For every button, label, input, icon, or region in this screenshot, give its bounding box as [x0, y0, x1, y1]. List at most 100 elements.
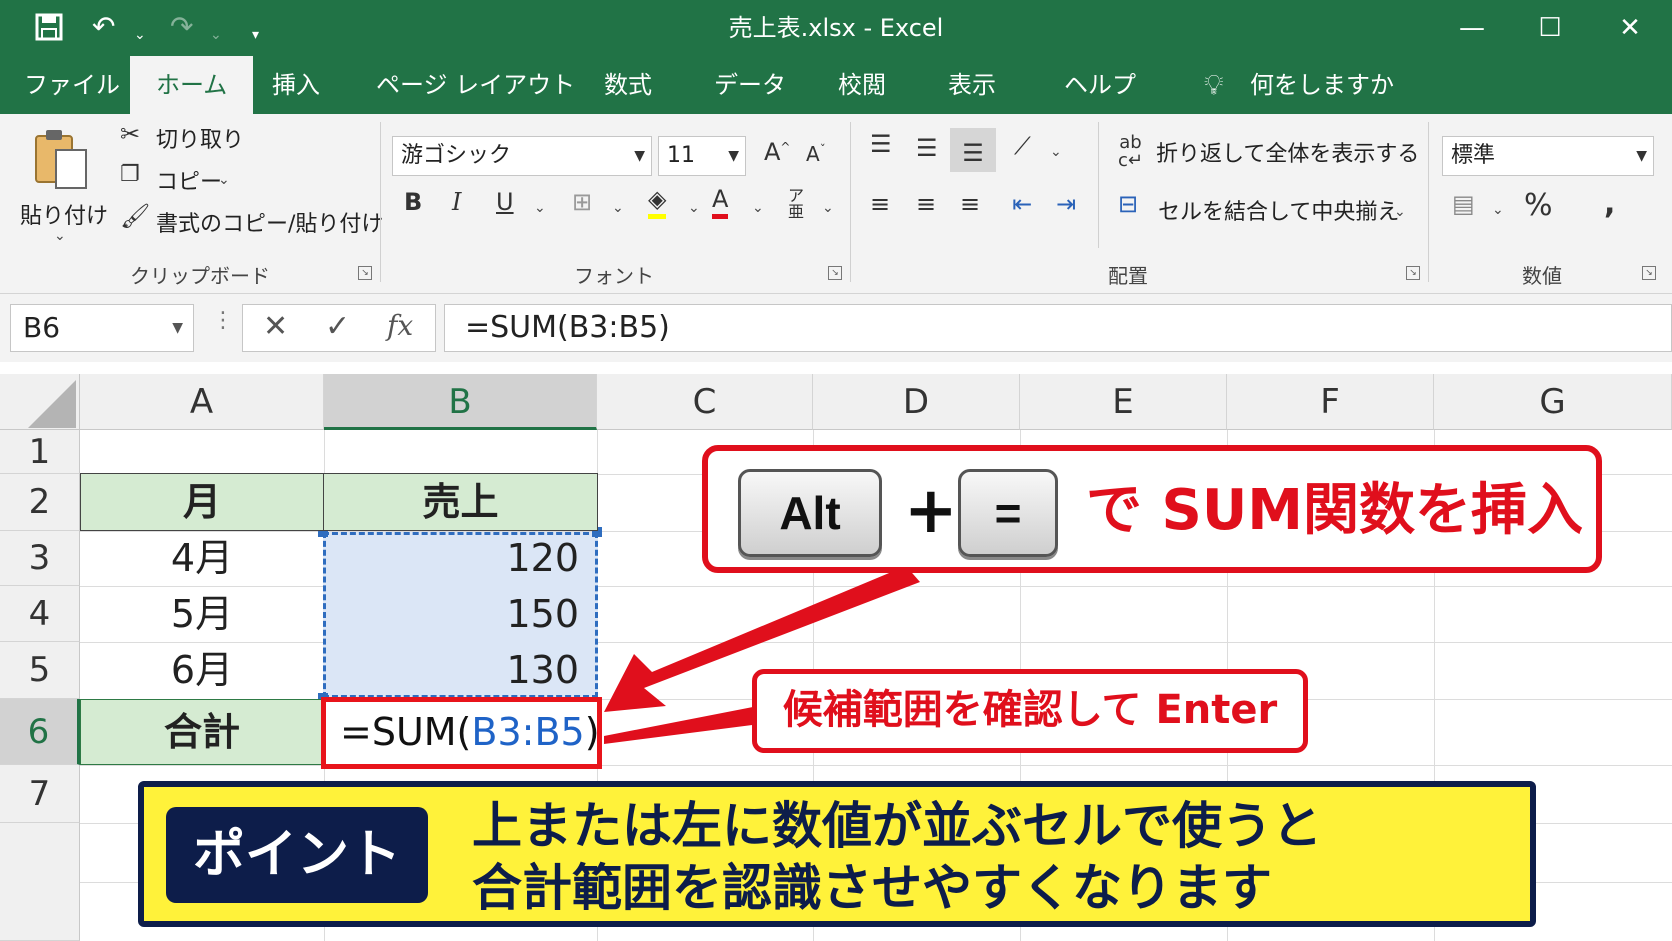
font-launcher-icon[interactable]: ↘: [828, 266, 842, 280]
tab-page-layout[interactable]: ページ レイアウト: [376, 56, 575, 114]
cell-b6-editing[interactable]: =SUM(B3:B5): [321, 697, 602, 769]
orientation-icon[interactable]: ⟋: [1014, 132, 1031, 160]
enter-check-icon[interactable]: ✓: [325, 309, 350, 344]
row-header-3[interactable]: 3: [0, 531, 80, 586]
row-header-4[interactable]: 4: [0, 586, 80, 642]
underline-dropdown-icon[interactable]: ⌄: [534, 200, 546, 216]
row-header-2[interactable]: 2: [0, 474, 80, 531]
decrease-font-icon[interactable]: Aˇ: [806, 142, 826, 166]
decrease-indent-icon[interactable]: ⇤: [1012, 190, 1032, 218]
cell-a6[interactable]: 合計: [80, 699, 324, 765]
row-header-5[interactable]: 5: [0, 642, 80, 699]
comma-button[interactable]: ,: [1604, 186, 1615, 221]
cell-a2[interactable]: 月: [80, 473, 324, 531]
customize-toolbar-icon[interactable]: ▾: [252, 20, 259, 50]
cut-button[interactable]: 切り取り: [156, 122, 244, 154]
formula-input[interactable]: =SUM(B3:B5): [444, 304, 1672, 352]
save-icon[interactable]: [34, 12, 64, 48]
tell-me-search[interactable]: 何をしますか: [1250, 56, 1394, 114]
align-bottom-icon[interactable]: ☰: [950, 128, 996, 172]
clipboard-launcher-icon[interactable]: ↘: [358, 266, 372, 280]
cell-b3[interactable]: 120: [324, 531, 597, 586]
number-group-label: 数値: [1522, 264, 1562, 288]
tab-review[interactable]: 校閲: [838, 56, 886, 114]
number-format-combo[interactable]: 標準 ▼: [1442, 136, 1654, 176]
tab-data[interactable]: データ: [714, 56, 786, 114]
orientation-dropdown-icon[interactable]: ⌄: [1050, 144, 1062, 160]
wrap-text-button[interactable]: 折り返して全体を表示する: [1156, 136, 1419, 168]
tab-insert[interactable]: 挿入: [272, 56, 320, 114]
close-icon[interactable]: ✕: [1610, 10, 1650, 46]
font-color-icon[interactable]: A: [712, 184, 729, 219]
increase-font-icon[interactable]: A^: [764, 138, 790, 166]
align-right-icon[interactable]: ≡: [960, 190, 980, 218]
name-box[interactable]: B6 ▼: [10, 304, 194, 352]
fill-color-dropdown-icon[interactable]: ⌄: [688, 200, 700, 216]
column-header-e[interactable]: E: [1020, 374, 1227, 430]
drag-handle-icon[interactable]: ⋮: [212, 308, 234, 333]
fill-color-icon[interactable]: ◈: [648, 184, 667, 219]
undo-icon[interactable]: ↶: [92, 12, 115, 42]
paste-dropdown-icon[interactable]: ⌄: [54, 228, 66, 244]
merge-center-button[interactable]: セルを結合して中央揃え: [1158, 194, 1399, 226]
cell-a5[interactable]: 6月: [80, 642, 324, 699]
row-header-7[interactable]: 7: [0, 765, 80, 823]
font-size-combo[interactable]: 11 ▼: [658, 136, 746, 176]
cell-a4[interactable]: 5月: [80, 586, 324, 642]
cell-b5[interactable]: 130: [324, 642, 597, 699]
paste-button[interactable]: 貼り付け ⌄: [16, 128, 108, 244]
percent-button[interactable]: %: [1524, 188, 1553, 223]
cancel-icon[interactable]: ✕: [263, 309, 288, 344]
column-header-b[interactable]: B: [324, 374, 597, 430]
column-header-f[interactable]: F: [1227, 374, 1434, 430]
merge-dropdown-icon[interactable]: ⌄: [1394, 204, 1406, 220]
align-middle-icon[interactable]: ☰: [916, 134, 938, 162]
align-top-icon[interactable]: ☰: [870, 130, 892, 158]
alignment-group-label: 配置: [1108, 264, 1148, 288]
borders-icon[interactable]: ⊞: [572, 188, 592, 216]
column-header-d[interactable]: D: [813, 374, 1020, 430]
copy-dropdown-icon[interactable]: ⌄: [218, 172, 230, 188]
insert-function-button[interactable]: fx: [387, 309, 413, 342]
tab-help[interactable]: ヘルプ: [1064, 56, 1136, 114]
column-header-a[interactable]: A: [80, 374, 324, 430]
number-launcher-icon[interactable]: ↘: [1642, 266, 1656, 280]
borders-dropdown-icon[interactable]: ⌄: [612, 200, 624, 216]
font-name-combo[interactable]: 游ゴシック ▼: [392, 136, 652, 176]
tab-formulas[interactable]: 数式: [604, 56, 652, 114]
undo-dropdown-icon[interactable]: ⌄: [134, 20, 146, 50]
tab-view[interactable]: 表示: [948, 56, 996, 114]
maximize-icon[interactable]: ☐: [1530, 10, 1570, 46]
font-color-dropdown-icon[interactable]: ⌄: [752, 200, 764, 216]
copy-button[interactable]: コピー: [156, 164, 222, 196]
bold-button[interactable]: B: [404, 188, 422, 216]
format-painter-button[interactable]: 書式のコピー/貼り付け: [156, 206, 383, 238]
italic-button[interactable]: I: [452, 188, 461, 216]
tab-home[interactable]: ホーム: [130, 56, 254, 114]
increase-indent-icon[interactable]: ⇥: [1056, 190, 1076, 218]
paste-icon: [35, 130, 87, 189]
redo-icon[interactable]: ↷: [170, 12, 193, 42]
align-left-icon[interactable]: ≡: [870, 190, 890, 218]
align-center-icon[interactable]: ≡: [916, 190, 936, 218]
column-header-g[interactable]: G: [1434, 374, 1672, 430]
cell-b4[interactable]: 150: [324, 586, 597, 642]
alignment-launcher-icon[interactable]: ↘: [1406, 266, 1420, 280]
cell-a3[interactable]: 4月: [80, 531, 324, 586]
accounting-format-icon[interactable]: ▤: [1452, 190, 1475, 218]
phonetic-dropdown-icon[interactable]: ⌄: [822, 200, 834, 216]
column-header-c[interactable]: C: [597, 374, 813, 430]
clipboard-group-label: クリップボード: [130, 264, 270, 288]
phonetic-guide-icon[interactable]: ア亜: [788, 188, 804, 220]
key-equals: =: [958, 469, 1058, 557]
select-all-button[interactable]: [0, 374, 80, 430]
redo-dropdown-icon[interactable]: ⌄: [210, 20, 222, 50]
row-header-1[interactable]: 1: [0, 430, 80, 474]
minimize-icon[interactable]: —: [1452, 10, 1492, 46]
underline-button[interactable]: U: [496, 188, 514, 216]
cell-b2[interactable]: 売上: [323, 473, 598, 531]
row-header-6[interactable]: 6: [0, 699, 80, 765]
shortcut-callout: Alt + = で SUM関数を挿入: [702, 445, 1602, 573]
accounting-dropdown-icon[interactable]: ⌄: [1492, 202, 1504, 218]
tab-file[interactable]: ファイル: [24, 56, 120, 114]
